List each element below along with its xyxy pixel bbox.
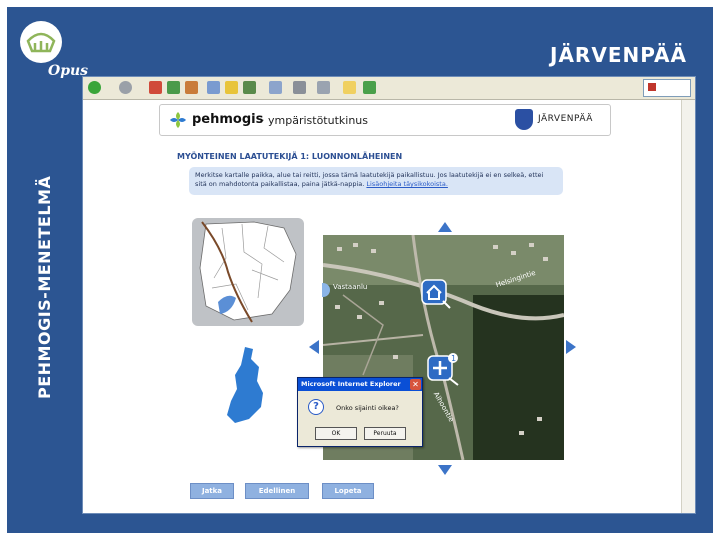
city-crest-icon <box>515 109 533 130</box>
mail-icon[interactable] <box>269 81 282 94</box>
svg-text:1: 1 <box>451 354 456 363</box>
slide-title: JÄRVENPÄÄ <box>550 43 687 67</box>
side-title: PEHMOGIS-MENETELMÄ <box>35 175 54 399</box>
pan-down-button[interactable] <box>438 465 452 475</box>
note-icon[interactable] <box>343 81 356 94</box>
question-icon: ? <box>308 399 324 415</box>
history-icon[interactable] <box>243 81 256 94</box>
vertical-scrollbar[interactable] <box>681 100 695 513</box>
pan-left-button[interactable] <box>309 340 319 354</box>
opus-logo: Opus <box>20 21 88 79</box>
search-icon[interactable] <box>207 81 220 94</box>
page-content: pehmogis · ympäristötutkinus JÄRVENPÄÄ M… <box>83 100 681 513</box>
dialog-message: Onko sijainti oikea? <box>336 404 399 412</box>
site-brand: pehmogis <box>192 112 264 127</box>
section-title: MYÖNTEINEN LAATUTEKIJÄ 1: LUONNONLÄHEINE… <box>177 152 403 161</box>
next-button[interactable]: Jatka <box>190 483 234 499</box>
dialog-ok-button[interactable]: OK <box>315 427 357 440</box>
finland-map-icon <box>227 347 263 423</box>
pan-right-button[interactable] <box>566 340 576 354</box>
window-controls[interactable] <box>643 79 691 97</box>
print-icon[interactable] <box>293 81 306 94</box>
favorites-icon[interactable] <box>225 81 238 94</box>
city-logo-text: JÄRVENPÄÄ <box>538 114 593 124</box>
home-icon[interactable] <box>185 81 198 94</box>
finish-button[interactable]: Lopeta <box>322 483 374 499</box>
help-link[interactable]: Lisäohjeita täysikokoista. <box>366 180 447 188</box>
forward-icon[interactable] <box>119 81 132 94</box>
dialog-cancel-button[interactable]: Peruuta <box>364 427 406 440</box>
dialog-close-button[interactable]: ✕ <box>410 379 421 390</box>
site-subtitle: · ympäristötutkinus <box>261 114 368 127</box>
edit-icon[interactable] <box>317 81 330 94</box>
messenger-icon[interactable] <box>363 81 376 94</box>
previous-button[interactable]: Edellinen <box>245 483 309 499</box>
back-icon[interactable] <box>88 81 101 94</box>
site-header: pehmogis · ympäristötutkinus JÄRVENPÄÄ <box>159 104 611 136</box>
zoom-in-icon[interactable]: 1 <box>427 352 461 386</box>
refresh-icon[interactable] <box>167 81 180 94</box>
browser-toolbar <box>83 77 695 100</box>
browser-window: pehmogis · ympäristötutkinus JÄRVENPÄÄ M… <box>82 76 696 514</box>
opus-logo-icon <box>20 21 62 63</box>
confirm-dialog: Microsoft Internet Explorer ✕ ? Onko sij… <box>297 377 423 447</box>
stop-icon[interactable] <box>149 81 162 94</box>
home-marker-icon[interactable] <box>421 279 451 309</box>
instruction-box: Merkitse kartalle paikka, alue tai reitt… <box>189 167 563 195</box>
pehmogis-logo-icon <box>170 112 186 128</box>
close-icon[interactable] <box>648 83 656 91</box>
overview-map[interactable] <box>192 218 304 326</box>
map-label-vastaanlu: Vastaanlu <box>333 283 368 291</box>
dialog-title: Microsoft Internet Explorer <box>298 378 422 391</box>
pan-up-button[interactable] <box>438 222 452 232</box>
